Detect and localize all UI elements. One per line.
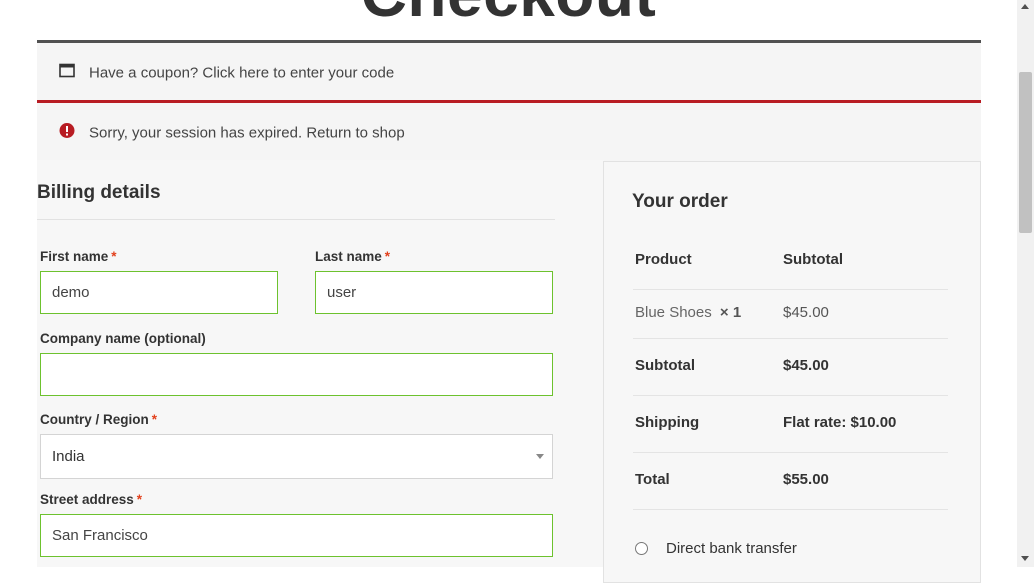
first-name-label: First name * <box>40 249 117 264</box>
billing-title: Billing details <box>37 182 161 203</box>
coupon-notice: Have a coupon? Click here to enter your … <box>37 40 981 103</box>
chevron-down-icon <box>536 454 544 459</box>
shipping-label: Shipping <box>635 414 700 431</box>
product-column-header: Product <box>635 251 692 268</box>
subtotal-value: $45.00 <box>783 357 829 374</box>
row-divider <box>633 395 948 396</box>
error-notice: Sorry, your session has expired. Return … <box>37 100 981 163</box>
row-divider <box>633 289 948 290</box>
scrollbar-thumb[interactable] <box>1019 72 1032 233</box>
street-address-label: Street address * <box>40 492 143 507</box>
order-title: Your order <box>632 191 728 212</box>
last-name-label: Last name * <box>315 249 391 264</box>
required-marker: * <box>111 249 117 264</box>
company-name-field[interactable] <box>40 353 553 396</box>
item-quantity: × 1 <box>719 304 742 321</box>
country-value: India <box>52 448 85 465</box>
row-divider <box>633 338 948 339</box>
scroll-up-arrow-icon[interactable] <box>1021 4 1029 9</box>
country-select[interactable]: India <box>40 434 553 479</box>
item-name: Blue Shoes × 1 <box>635 304 742 321</box>
country-label: Country / Region * <box>40 412 158 427</box>
payment-option-label[interactable]: Direct bank transfer <box>666 540 797 557</box>
window-icon <box>59 63 75 83</box>
total-value: $55.00 <box>783 471 829 488</box>
required-marker: * <box>136 492 143 507</box>
error-icon <box>59 123 75 144</box>
row-divider <box>633 452 948 453</box>
required-marker: * <box>151 412 158 427</box>
billing-divider <box>37 219 555 220</box>
page-title: Checkout <box>0 0 1017 26</box>
return-to-shop-link[interactable]: Sorry, your session has expired. Return … <box>89 125 405 142</box>
first-name-field[interactable]: demo <box>40 271 278 314</box>
shipping-value: Flat rate: $10.00 <box>783 414 897 431</box>
street-address-field[interactable]: San Francisco <box>40 514 553 557</box>
item-price: $45.00 <box>783 304 829 321</box>
total-label: Total <box>635 471 670 488</box>
company-name-label: Company name (optional) <box>40 331 206 346</box>
last-name-field[interactable]: user <box>315 271 553 314</box>
coupon-link[interactable]: Have a coupon? Click here to enter your … <box>89 65 394 82</box>
required-marker: * <box>384 249 391 264</box>
payment-radio[interactable] <box>635 542 648 555</box>
scroll-down-arrow-icon[interactable] <box>1021 556 1029 561</box>
subtotal-column-header: Subtotal <box>783 251 843 268</box>
subtotal-label: Subtotal <box>635 357 695 374</box>
row-divider <box>633 509 948 510</box>
